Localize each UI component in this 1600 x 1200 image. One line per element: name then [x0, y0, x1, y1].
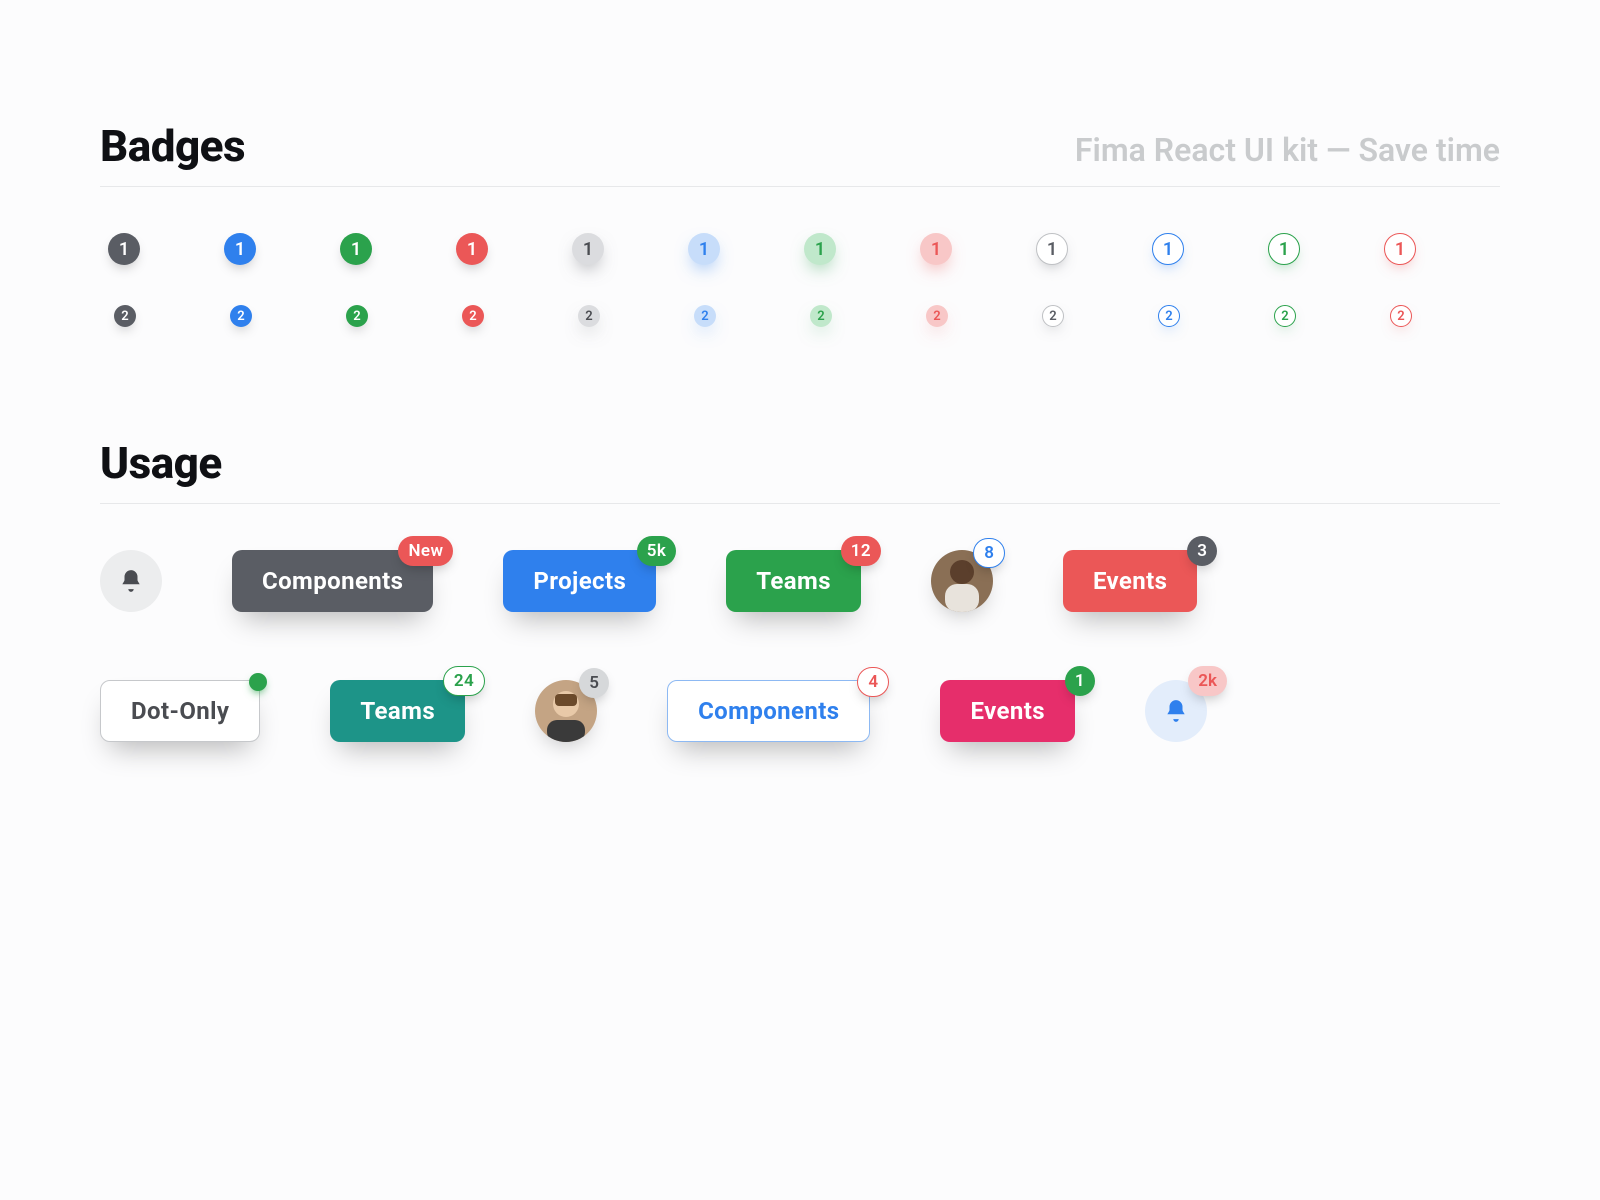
- badge-count: 5: [579, 668, 609, 698]
- usage-row-2: Dot-Only Teams 24 5 Components 4 Events …: [100, 680, 1500, 742]
- chip-label: Components: [698, 697, 839, 725]
- badge-sm-light-red: 2: [926, 305, 948, 327]
- avatar[interactable]: 5: [535, 680, 597, 742]
- dot-only-button[interactable]: Dot-Only: [100, 680, 260, 742]
- badge-count: 24: [443, 666, 485, 696]
- badge-sm-fill-gray: 2: [114, 305, 136, 327]
- chip-label: Events: [1093, 567, 1167, 595]
- badge-light-blue: 1: [688, 233, 720, 265]
- badge-row-large: 1 1 1 1 1 1 1 1 1 1 1 1: [100, 233, 1500, 265]
- badge-count: 4: [857, 667, 889, 697]
- teams-button[interactable]: Teams 12: [726, 550, 861, 612]
- badge-fill-gray: 1: [108, 233, 140, 265]
- badge-count: 2k: [1188, 666, 1227, 696]
- badge-sm-fill-green: 2: [346, 305, 368, 327]
- badge-count: 12: [841, 536, 881, 566]
- chip-label: Components: [262, 567, 403, 595]
- badge-new: New: [398, 536, 453, 566]
- teams-button[interactable]: Teams 24: [330, 680, 465, 742]
- usage-header: Usage: [100, 437, 1500, 504]
- chip-label: Teams: [360, 697, 435, 725]
- badge-sm-outline-gray: 2: [1042, 305, 1064, 327]
- badge-count: 5k: [637, 536, 677, 566]
- badge-count: 3: [1187, 536, 1217, 566]
- badge-sm-light-blue: 2: [694, 305, 716, 327]
- badge-fill-red: 1: [456, 233, 488, 265]
- section-subtitle: Fima React UI kit — Save time: [1075, 131, 1500, 169]
- badge-fill-green: 1: [340, 233, 372, 265]
- projects-button[interactable]: Projects 5k: [503, 550, 656, 612]
- badge-sm-fill-blue: 2: [230, 305, 252, 327]
- section-title: Usage: [100, 437, 222, 489]
- notifications-button[interactable]: [100, 550, 162, 612]
- usage-row-1: Components New Projects 5k Teams 12 8 Ev…: [100, 550, 1500, 612]
- badge-count: 1: [1065, 666, 1095, 696]
- badge-count: 8: [973, 538, 1005, 568]
- badge-sm-light-green: 2: [810, 305, 832, 327]
- badge-fill-blue: 1: [224, 233, 256, 265]
- badge-light-green: 1: [804, 233, 836, 265]
- components-button[interactable]: Components 4: [667, 680, 870, 742]
- badge-outline-green: 1: [1268, 233, 1300, 265]
- badges-header: Badges Fima React UI kit — Save time: [100, 120, 1500, 187]
- badge-sm-fill-red: 2: [462, 305, 484, 327]
- chip-label: Teams: [756, 567, 831, 595]
- badge-light-red: 1: [920, 233, 952, 265]
- badge-sm-outline-green: 2: [1274, 305, 1296, 327]
- chip-label: Events: [970, 697, 1044, 725]
- badge-row-small: 2 2 2 2 2 2 2 2 2 2 2 2: [100, 305, 1500, 327]
- notifications-button[interactable]: 2k: [1145, 680, 1207, 742]
- badge-sm-outline-blue: 2: [1158, 305, 1180, 327]
- chip-label: Projects: [533, 567, 626, 595]
- events-button[interactable]: Events 3: [1063, 550, 1197, 612]
- components-button[interactable]: Components New: [232, 550, 433, 612]
- badge-sm-light-gray: 2: [578, 305, 600, 327]
- badge-sm-outline-red: 2: [1390, 305, 1412, 327]
- badge-light-gray: 1: [572, 233, 604, 265]
- badge-outline-gray: 1: [1036, 233, 1068, 265]
- chip-label: Dot-Only: [131, 697, 229, 725]
- badge-dot: [249, 673, 267, 691]
- avatar[interactable]: 8: [931, 550, 993, 612]
- bell-icon: [118, 568, 144, 594]
- badge-outline-red: 1: [1384, 233, 1416, 265]
- bell-icon: [1163, 698, 1189, 724]
- badge-outline-blue: 1: [1152, 233, 1184, 265]
- section-title: Badges: [100, 120, 245, 172]
- events-button[interactable]: Events 1: [940, 680, 1074, 742]
